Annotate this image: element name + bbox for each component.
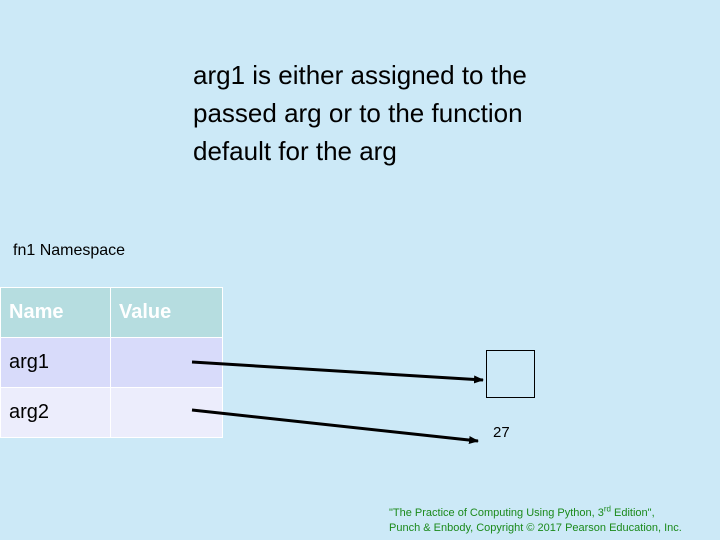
credit-text-b: Edition",	[610, 507, 655, 519]
credit-superscript: rd	[603, 504, 611, 514]
credit-line-2: Punch & Enbody, Copyright © 2017 Pearson…	[389, 522, 682, 534]
arg2-reference-arrow	[191, 408, 479, 445]
copyright-credit: "The Practice of Computing Using Python,…	[389, 504, 719, 536]
arg1-reference-arrow	[191, 360, 484, 384]
credit-line-1: "The Practice of Computing Using Python,…	[389, 504, 719, 521]
reference-arrows	[191, 360, 484, 445]
default-value-object: 27	[493, 424, 510, 441]
passed-arg-object-box	[486, 350, 535, 398]
credit-text-a: "The Practice of Computing Using Python,…	[389, 507, 604, 519]
